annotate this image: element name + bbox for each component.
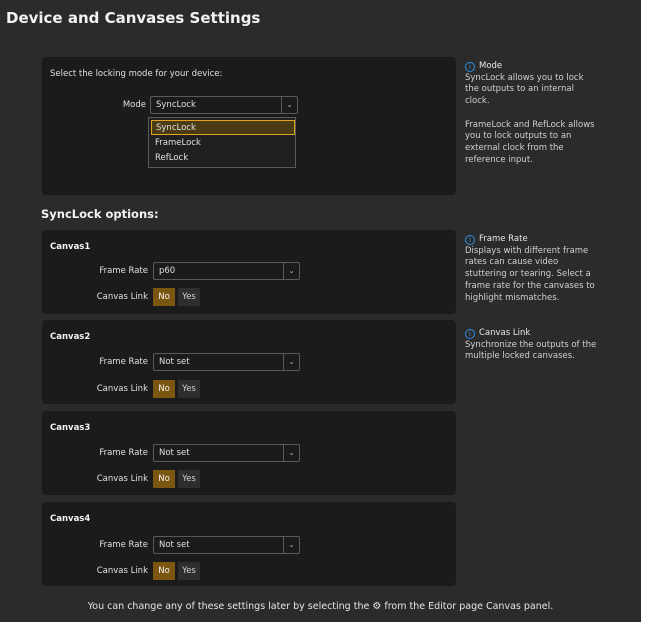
canvas-link-yes-button[interactable]: Yes xyxy=(178,380,200,398)
frame-rate-value: Not set xyxy=(159,448,190,458)
option-reflock[interactable]: RefLock xyxy=(151,151,295,166)
help-mode: i Mode SyncLock allows you to lock the o… xyxy=(465,61,615,166)
option-synclock[interactable]: SyncLock xyxy=(151,120,295,135)
help-text: multiple locked canvases. xyxy=(465,351,575,362)
frame-rate-select[interactable]: Not set ⌄ xyxy=(153,353,300,371)
canvas-link-yes-button[interactable]: Yes xyxy=(178,288,200,306)
settings-window: Device and Canvases Settings Select the … xyxy=(0,0,641,622)
synclock-options-title: SyncLock options: xyxy=(41,207,159,221)
frame-rate-label: Frame Rate xyxy=(99,448,148,458)
canvas-link-no-button[interactable]: No xyxy=(153,288,175,306)
help-frame-rate-title: Frame Rate xyxy=(479,234,528,244)
help-text: FrameLock and RefLock allows xyxy=(465,119,595,130)
frame-rate-label: Frame Rate xyxy=(99,540,148,550)
canvas-link-no-button[interactable]: No xyxy=(153,380,175,398)
chevron-down-icon: ⌄ xyxy=(283,537,299,553)
frame-rate-select[interactable]: Not set ⌄ xyxy=(153,536,300,554)
help-canvas-link: i Canvas Link Synchronize the outputs of… xyxy=(465,328,615,363)
canvas-link-yes-button[interactable]: Yes xyxy=(178,562,200,580)
footer-text-before: You can change any of these settings lat… xyxy=(87,601,370,612)
canvas-link-label: Canvas Link xyxy=(96,384,148,394)
chevron-down-icon: ⌄ xyxy=(283,263,299,279)
frame-rate-label: Frame Rate xyxy=(99,266,148,276)
info-icon: i xyxy=(465,61,475,72)
frame-rate-value: p60 xyxy=(159,266,176,276)
frame-rate-value: Not set xyxy=(159,357,190,367)
frame-rate-label: Frame Rate xyxy=(99,357,148,367)
help-text: frame rate for the canvases to xyxy=(465,280,595,291)
frame-rate-value: Not set xyxy=(159,540,190,550)
frame-rate-select[interactable]: p60 ⌄ xyxy=(153,262,300,280)
chevron-down-icon: ⌄ xyxy=(283,445,299,461)
mode-select-value: SyncLock xyxy=(156,100,196,110)
option-framelock[interactable]: FrameLock xyxy=(151,136,295,151)
frame-rate-select[interactable]: Not set ⌄ xyxy=(153,444,300,462)
help-text: reference input. xyxy=(465,154,533,165)
help-text: highlight mismatches. xyxy=(465,292,560,303)
help-spacer xyxy=(465,108,615,120)
canvas-name: Canvas3 xyxy=(50,423,91,433)
info-icon: i xyxy=(465,234,475,245)
canvas-name: Canvas2 xyxy=(50,332,91,342)
chevron-down-icon: ⌄ xyxy=(281,97,297,113)
canvas-name: Canvas4 xyxy=(50,514,91,524)
chevron-down-icon: ⌄ xyxy=(283,354,299,370)
help-text: rates can cause video xyxy=(465,257,559,268)
help-text: stuttering or tearing. Select a xyxy=(465,269,591,280)
locking-instruction: Select the locking mode for your device: xyxy=(50,69,223,79)
mode-select[interactable]: SyncLock ⌄ xyxy=(150,96,298,114)
canvas-link-no-button[interactable]: No xyxy=(153,562,175,580)
canvas-name: Canvas1 xyxy=(50,242,91,252)
help-text: SyncLock allows you to lock xyxy=(465,72,584,83)
help-text: you to lock outputs to an xyxy=(465,131,572,142)
help-text: Synchronize the outputs of the xyxy=(465,339,597,350)
canvas-link-label: Canvas Link xyxy=(96,292,148,302)
mode-label: Mode xyxy=(122,100,146,110)
gear-icon: ⚙ xyxy=(372,601,382,612)
help-text: Displays with different frame xyxy=(465,245,589,256)
help-text: the outputs to an internal xyxy=(465,84,574,95)
canvas-link-no-button[interactable]: No xyxy=(153,470,175,488)
help-mode-title: Mode xyxy=(479,61,503,71)
canvas-link-label: Canvas Link xyxy=(96,474,148,484)
canvas-link-label: Canvas Link xyxy=(96,566,148,576)
info-icon: i xyxy=(465,328,475,339)
canvas-link-yes-button[interactable]: Yes xyxy=(178,470,200,488)
help-text: external clock from the xyxy=(465,142,564,153)
page-title: Device and Canvases Settings xyxy=(6,9,261,27)
mode-dropdown-list: SyncLock FrameLock RefLock xyxy=(148,117,296,168)
help-text: clock. xyxy=(465,96,490,107)
footer-note: You can change any of these settings lat… xyxy=(0,601,641,612)
footer-text-after: from the Editor page Canvas panel. xyxy=(384,601,554,612)
help-frame-rate: i Frame Rate Displays with different fra… xyxy=(465,234,615,304)
help-canvas-link-title: Canvas Link xyxy=(479,328,531,338)
